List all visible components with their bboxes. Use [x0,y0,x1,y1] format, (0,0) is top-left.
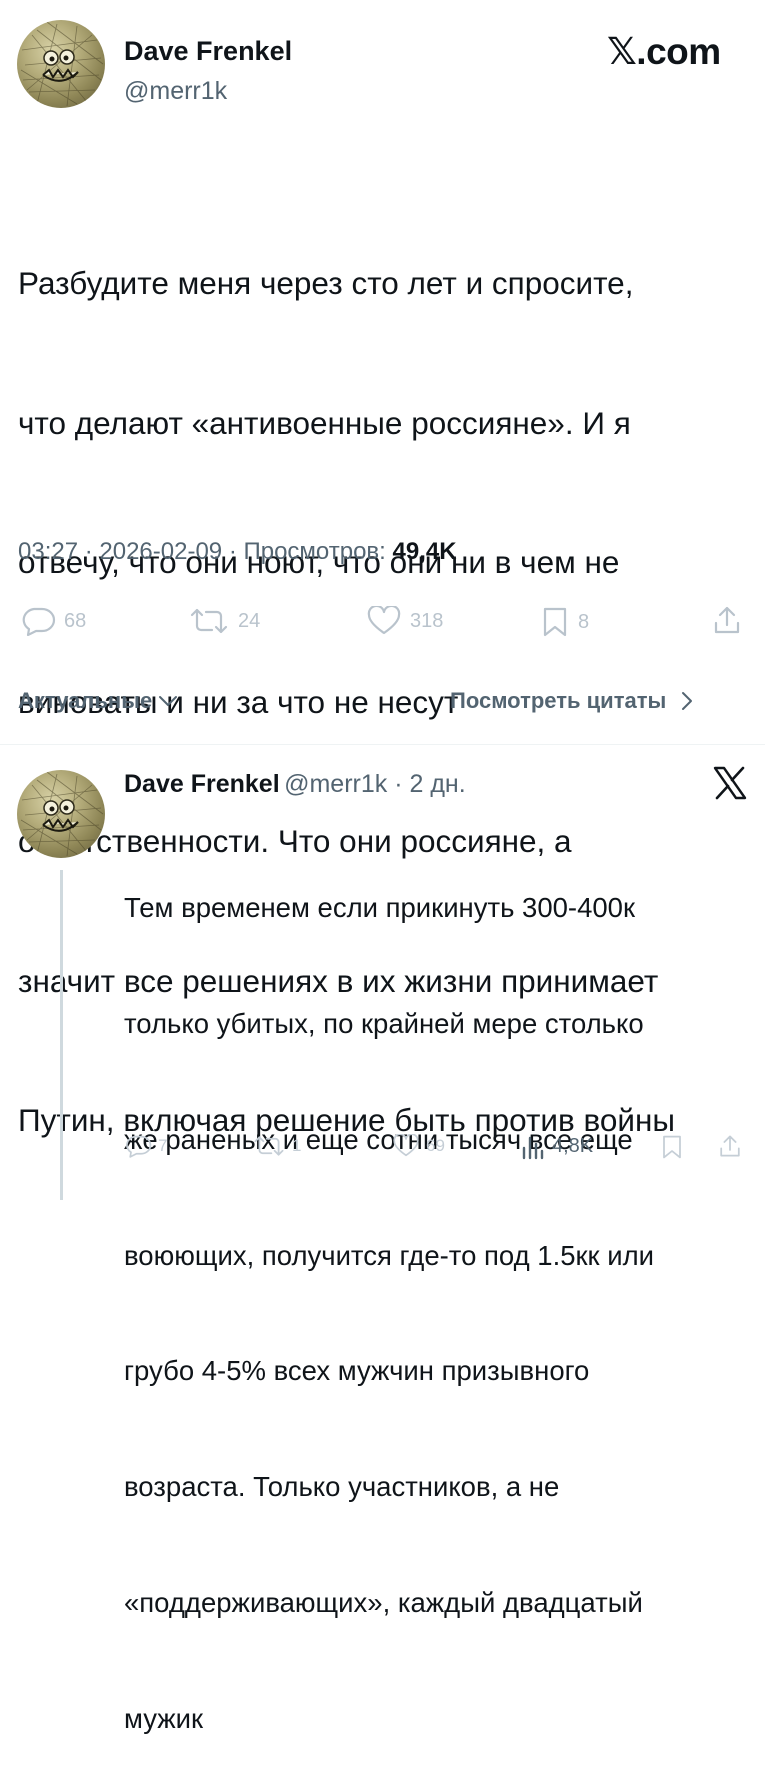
reply-text-line: грубо 4-5% всех мужчин призывного [124,1355,590,1387]
thread-line [60,870,63,1200]
reply-reply-action[interactable]: 7 [124,1134,167,1158]
tweet-text-line: Разбудите меня через сто лет и спросите, [18,265,634,301]
bookmark-icon [663,1135,681,1159]
tweet-text-line: что делают «антивоенные россияне». И я [18,404,631,441]
heart-icon [367,606,401,635]
speech-bubble-icon [22,607,56,636]
reply-text-line: «поддерживающих», каждый двадцатый [124,1586,643,1618]
repost-icon [190,608,228,634]
view-quotes-label: Посмотреть цитаты [450,688,667,713]
reply-count: 68 [64,609,87,632]
reply-like-action[interactable]: 69 [392,1134,445,1158]
reply-action[interactable]: 68 [20,606,86,636]
like-action[interactable]: 318 [366,606,443,636]
bar-chart-icon [522,1136,544,1160]
sort-dropdown[interactable]: Актуальные [18,688,180,714]
reply-share-action[interactable] [718,1132,742,1160]
reply-header: Dave Frenkel @merr1k · 2 дн. [124,770,466,799]
reply-text-line: воюющих, получится где-то под 1.5кк или [124,1239,654,1271]
reply-author-name[interactable]: Dave Frenkel [124,770,280,798]
author-handle[interactable]: @merr1k [124,77,227,106]
section-divider [0,744,765,745]
tweet-timestamp[interactable]: 03:27 · 2026-02-09 · Просмотров: [18,538,386,565]
avatar-monster-drawing [20,771,104,857]
share-icon [714,606,740,634]
bookmark-icon [543,607,567,637]
reply-text-line: возраста. Только участников, а не [124,1471,560,1503]
share-icon [720,1135,740,1157]
avatar-monster-drawing [20,21,104,107]
speech-bubble-icon [126,1135,152,1158]
reply-text-line: только убитых, по крайней мере столько [124,1007,644,1039]
share-action[interactable] [712,604,742,636]
chevron-down-icon [159,696,178,706]
repost-icon [254,1136,284,1156]
author-name[interactable]: Dave Frenkel [124,36,292,67]
heart-icon [393,1134,419,1157]
reply-reply-count: 7 [158,1136,168,1155]
chevron-right-icon [682,692,693,710]
reply-like-count: 69 [426,1136,445,1155]
like-count: 318 [410,609,444,632]
bookmark-count: 8 [578,610,590,633]
reply-text-line: мужик [124,1702,204,1734]
reply-repost-action[interactable]: 1 [252,1134,301,1158]
bookmark-action[interactable]: 8 [540,606,589,638]
reply-author-avatar[interactable] [17,770,105,858]
reply-repost-count: 1 [292,1136,302,1155]
site-label: 𝕏.com [607,31,721,72]
reply-meta[interactable]: @merr1k · 2 дн. [284,770,466,798]
reply-text-line: Тем временем если прикинуть 300-400к [124,892,636,924]
x-logo-icon [712,766,748,805]
repost-action[interactable]: 24 [188,606,260,636]
reply-text: Тем временем если прикинуть 300-400к тол… [124,812,754,1777]
author-avatar[interactable] [17,20,105,108]
sort-label: Актуальные [18,688,153,713]
repost-count: 24 [238,609,261,632]
reply-bookmark-action[interactable] [660,1134,684,1160]
reply-views-action[interactable]: 4,8K [520,1132,593,1160]
reply-views-count: 4,8K [552,1134,594,1157]
view-quotes-link[interactable]: Посмотреть цитаты [450,688,698,714]
tweet-views-count: 49,4K [392,538,457,565]
tweet-meta: 03:27 · 2026-02-09 · Просмотров: 49,4K [18,538,457,566]
